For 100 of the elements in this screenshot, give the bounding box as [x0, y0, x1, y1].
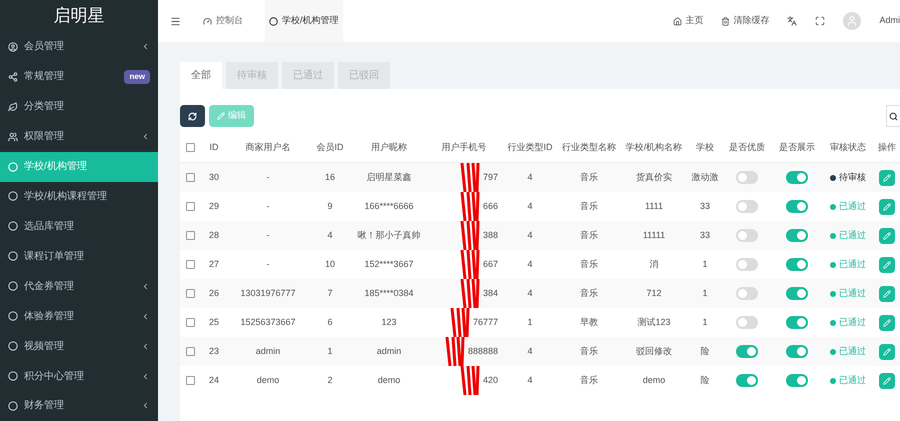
row-checkbox[interactable]: [186, 231, 194, 240]
edit-row-button[interactable]: [879, 344, 895, 360]
fullscreen-icon[interactable]: [815, 16, 826, 26]
pencil-icon: [217, 112, 225, 120]
refresh-button[interactable]: [180, 105, 205, 127]
search-button[interactable]: [886, 105, 900, 127]
sidebar-item[interactable]: 分类管理: [0, 92, 158, 122]
circle-icon: [269, 16, 278, 26]
table-cell-text: 24: [208, 374, 220, 387]
refresh-icon: [188, 112, 197, 120]
select-all-checkbox[interactable]: [186, 143, 194, 152]
sidebar-item-label: 会员管理: [24, 40, 65, 54]
filter-tab[interactable]: 全部: [180, 62, 222, 89]
toggle-switch[interactable]: [786, 316, 808, 329]
toggle-switch[interactable]: [786, 258, 808, 271]
toggle-switch[interactable]: [736, 171, 758, 184]
menu-icon[interactable]: [170, 16, 181, 26]
table-cell-text: 888888: [468, 344, 498, 358]
toggle-switch[interactable]: [736, 316, 758, 329]
column-header: 行业类型ID: [506, 140, 554, 154]
row-checkbox[interactable]: [186, 347, 194, 356]
nav-tab[interactable]: 学校/机构管理: [265, 0, 343, 42]
new-badge: new: [124, 70, 150, 84]
table-cell-text: 1111: [644, 200, 664, 213]
sidebar-item[interactable]: 课程订单管理: [0, 241, 158, 272]
circle-icon: [8, 281, 18, 292]
sidebar-item[interactable]: 常规管理 new: [0, 62, 158, 92]
avatar-icon[interactable]: [843, 12, 862, 30]
table-cell-text: 险: [700, 344, 710, 358]
table-cell-text: 消: [648, 258, 660, 271]
toggle-switch[interactable]: [786, 287, 808, 300]
row-checkbox[interactable]: [186, 260, 194, 269]
sidebar-item[interactable]: 代金券管理: [0, 271, 158, 302]
status-label: 待审核: [839, 170, 866, 184]
sidebar-item[interactable]: 会员管理: [0, 32, 158, 62]
top-link[interactable]: 主页: [673, 14, 704, 28]
row-checkbox[interactable]: [186, 173, 194, 182]
toggle-switch[interactable]: [736, 374, 758, 387]
table-cell-text: 26: [208, 286, 220, 300]
table-cell-text: 10: [324, 258, 336, 271]
toggle-switch[interactable]: [736, 258, 758, 271]
edit-row-button[interactable]: [879, 286, 895, 302]
sidebar-item[interactable]: 体验券管理: [0, 301, 158, 332]
redaction-scribble-drawing: [444, 337, 466, 366]
status-label: 已通过: [839, 286, 866, 300]
table-cell-text: 28: [208, 228, 220, 242]
sidebar-item[interactable]: 视频管理: [0, 331, 158, 362]
toggle-switch[interactable]: [736, 200, 758, 213]
sidebar-item[interactable]: 学校/机构课程管理: [0, 182, 158, 212]
table-cell-text: 166****6666: [363, 200, 415, 213]
column-header: 操作: [877, 140, 897, 154]
translate-icon[interactable]: [787, 16, 798, 26]
column-header: 用户手机号: [440, 140, 488, 154]
sidebar-item-label: 财务管理: [24, 398, 65, 414]
redaction-scribble-drawing: [458, 366, 481, 395]
table-cell-text: 2: [326, 374, 334, 387]
chevron-left-icon: [141, 282, 150, 291]
toggle-switch[interactable]: [736, 345, 758, 358]
table-cell-text: 11111: [642, 228, 666, 242]
row-checkbox[interactable]: [186, 318, 194, 327]
toggle-switch[interactable]: [736, 229, 758, 242]
sidebar-item[interactable]: 权限管理: [0, 122, 158, 152]
table-cell-text: 76777: [472, 316, 498, 329]
edit-row-button[interactable]: [879, 198, 895, 214]
column-header: 行业类型名称: [561, 140, 617, 154]
table-cell-text: 启明星菜鑫: [366, 170, 412, 184]
toggle-switch[interactable]: [786, 374, 808, 387]
column-header: 审核状态: [829, 140, 867, 154]
table-cell-text: 驳回修改: [635, 344, 673, 358]
edit-row-button[interactable]: [879, 372, 895, 388]
toggle-switch[interactable]: [736, 287, 758, 300]
nav-tab[interactable]: 控制台: [199, 0, 247, 42]
table-cell-text: 27: [208, 258, 220, 271]
table-cell-text: 4: [526, 200, 534, 213]
sidebar-item-label: 学校/机构课程管理: [24, 190, 108, 204]
edit-row-button[interactable]: [879, 256, 895, 272]
row-checkbox[interactable]: [186, 376, 194, 385]
sidebar-item[interactable]: 财务管理: [0, 390, 158, 421]
sidebar-item[interactable]: 选品库管理: [0, 211, 158, 242]
column-header: 是否展示: [778, 140, 816, 154]
table-cell-text: admin: [254, 344, 282, 358]
toggle-switch[interactable]: [786, 345, 808, 358]
sidebar-item[interactable]: 积分中心管理: [0, 361, 158, 391]
pencil-icon: [883, 174, 891, 182]
table-cell-text: demo: [256, 374, 280, 387]
edit-row-button[interactable]: [879, 314, 895, 330]
top-link[interactable]: 清除缓存: [721, 14, 770, 28]
toggle-switch[interactable]: [786, 229, 808, 242]
row-checkbox[interactable]: [186, 202, 194, 211]
redaction-scribble-drawing: [458, 163, 481, 192]
user-name[interactable]: Admi: [879, 14, 900, 28]
toggle-switch[interactable]: [786, 171, 808, 184]
table-cell-text: 4: [526, 374, 534, 387]
row-checkbox[interactable]: [186, 289, 194, 298]
table-cell-text: 测试123: [636, 316, 672, 329]
chevron-left-icon: [141, 372, 150, 381]
user-circle-icon: [8, 42, 18, 52]
toggle-switch[interactable]: [786, 200, 808, 213]
edit-row-button[interactable]: [879, 170, 895, 186]
edit-row-button[interactable]: [879, 228, 895, 244]
